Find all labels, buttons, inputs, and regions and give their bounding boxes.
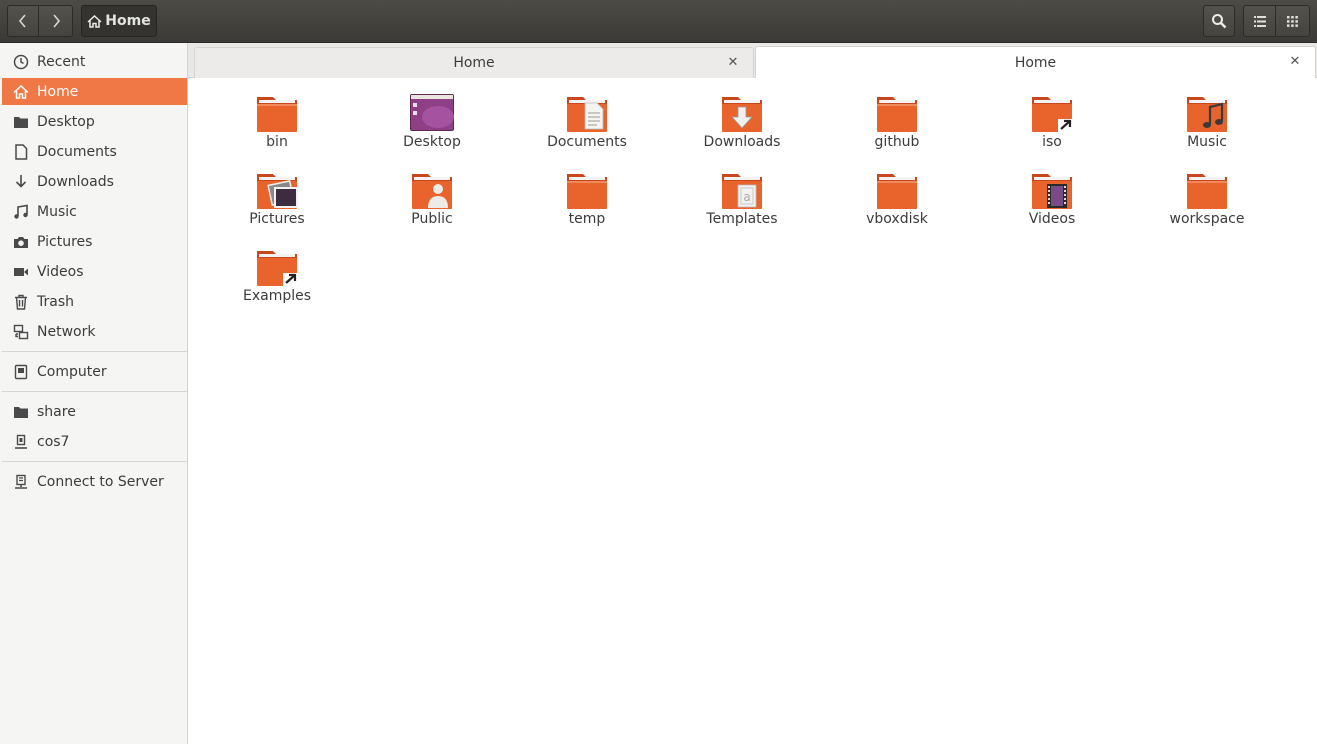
grid-view-icon [1287,15,1298,27]
tab-home-2[interactable]: Home ✕ [755,46,1316,78]
close-icon[interactable]: ✕ [725,54,741,70]
file-item-temp[interactable]: temp [512,155,662,227]
header-bar: Home [0,0,1317,43]
file-item-vboxdisk[interactable]: vboxdisk [822,155,972,227]
folder-link-icon [253,245,301,286]
folder-icon [873,168,921,209]
file-item-pictures[interactable]: Pictures [202,155,352,227]
sidebar-item-label: share [37,403,76,420]
chevron-left-icon [18,14,26,28]
download-icon [15,174,26,188]
folder-icon [563,168,611,209]
sidebar-separator [2,461,187,462]
music-icon [13,204,28,219]
folder-icon [873,91,921,132]
file-item-documents[interactable]: Documents [512,78,662,150]
sidebar-item-connect-to-server[interactable]: Connect to Server [2,468,187,495]
drive-icon [14,434,27,449]
list-view-icon [1253,15,1266,27]
file-item-templates[interactable]: a Templates [667,155,817,227]
sidebar-item-documents[interactable]: Documents [2,138,187,165]
folder-icon [13,116,28,128]
video-icon [13,267,28,276]
sidebar-item-computer[interactable]: Computer [2,358,187,385]
path-bar-home[interactable]: Home [81,5,157,37]
folder-link-icon [1028,91,1076,132]
file-item-public[interactable]: Public [357,155,507,227]
tab-home-1[interactable]: Home ✕ [194,47,754,78]
sidebar-item-videos[interactable]: Videos [2,258,187,285]
tab-strip: Home ✕ Home ✕ [188,43,1317,78]
tab-label: Home [1014,54,1057,71]
sidebar-item-label: Network [37,323,96,340]
sidebar-item-desktop[interactable]: Desktop [2,108,187,135]
templates-folder-icon: a [718,168,766,209]
file-item-iso[interactable]: iso [977,78,1127,150]
sidebar-item-share[interactable]: share [2,398,187,425]
tab-label: Home [453,55,495,71]
sidebar-separator [2,391,187,392]
sidebar: Recent Home Desktop Documents Downloads … [0,43,188,744]
sidebar-item-pictures[interactable]: Pictures [2,228,187,255]
file-item-desktop[interactable]: Desktop [357,78,507,150]
svg-text:a: a [743,190,750,204]
sidebar-item-label: Trash [37,293,74,310]
file-item-examples[interactable]: Examples [202,232,352,304]
file-view[interactable]: bin Desktop Documents Downloads github i… [189,78,1317,744]
trash-icon [14,294,27,310]
search-icon [1212,14,1227,29]
file-item-bin[interactable]: bin [202,78,352,150]
sidebar-item-downloads[interactable]: Downloads [2,168,187,195]
search-button[interactable] [1203,5,1235,37]
sidebar-item-label: Connect to Server [37,473,164,490]
chevron-right-icon [52,14,60,28]
sidebar-item-label: Pictures [37,233,93,250]
sidebar-item-home[interactable]: Home [2,78,187,105]
sidebar-item-label: cos7 [37,433,70,450]
file-item-videos[interactable]: Videos [977,155,1127,227]
sidebar-item-label: Computer [37,363,107,380]
grid-view-button[interactable] [1275,5,1310,37]
videos-folder-icon [1028,168,1076,209]
sidebar-item-label: Music [37,203,77,220]
network-icon [13,324,28,339]
documents-folder-icon [563,91,611,132]
back-button[interactable] [7,5,39,37]
sidebar-item-label: Documents [37,143,117,160]
close-icon[interactable]: ✕ [1287,53,1303,69]
downloads-folder-icon [718,91,766,132]
sidebar-item-music[interactable]: Music [2,198,187,225]
music-folder-icon [1183,91,1231,132]
clock-icon [13,54,28,69]
public-folder-icon [408,168,456,209]
sidebar-item-cos7[interactable]: cos7 [2,428,187,455]
sidebar-item-label: Recent [37,53,86,70]
desktop-folder-icon [408,91,456,131]
pictures-folder-icon [253,168,301,209]
sidebar-item-network[interactable]: Network [2,318,187,345]
folder-icon [253,91,301,132]
sidebar-item-recent[interactable]: Recent [2,48,187,75]
file-item-workspace[interactable]: workspace [1132,155,1282,227]
sidebar-item-label: Downloads [37,173,114,190]
server-icon [14,474,27,489]
sidebar-item-trash[interactable]: Trash [2,288,187,315]
sidebar-item-label: Videos [37,263,84,280]
folder-icon [1183,168,1231,209]
folder-icon [13,406,28,418]
home-icon [87,14,102,28]
sidebar-item-label: Desktop [37,113,95,130]
path-label: Home [105,13,151,29]
list-view-button[interactable] [1243,5,1276,37]
forward-button[interactable] [38,5,73,37]
computer-icon [14,364,27,379]
file-item-github[interactable]: github [822,78,972,150]
file-item-downloads[interactable]: Downloads [667,78,817,150]
camera-icon [13,236,28,248]
document-icon [14,143,27,160]
home-icon [12,84,29,99]
sidebar-separator [2,351,187,352]
sidebar-item-label: Home [37,83,79,100]
file-item-music[interactable]: Music [1132,78,1282,150]
